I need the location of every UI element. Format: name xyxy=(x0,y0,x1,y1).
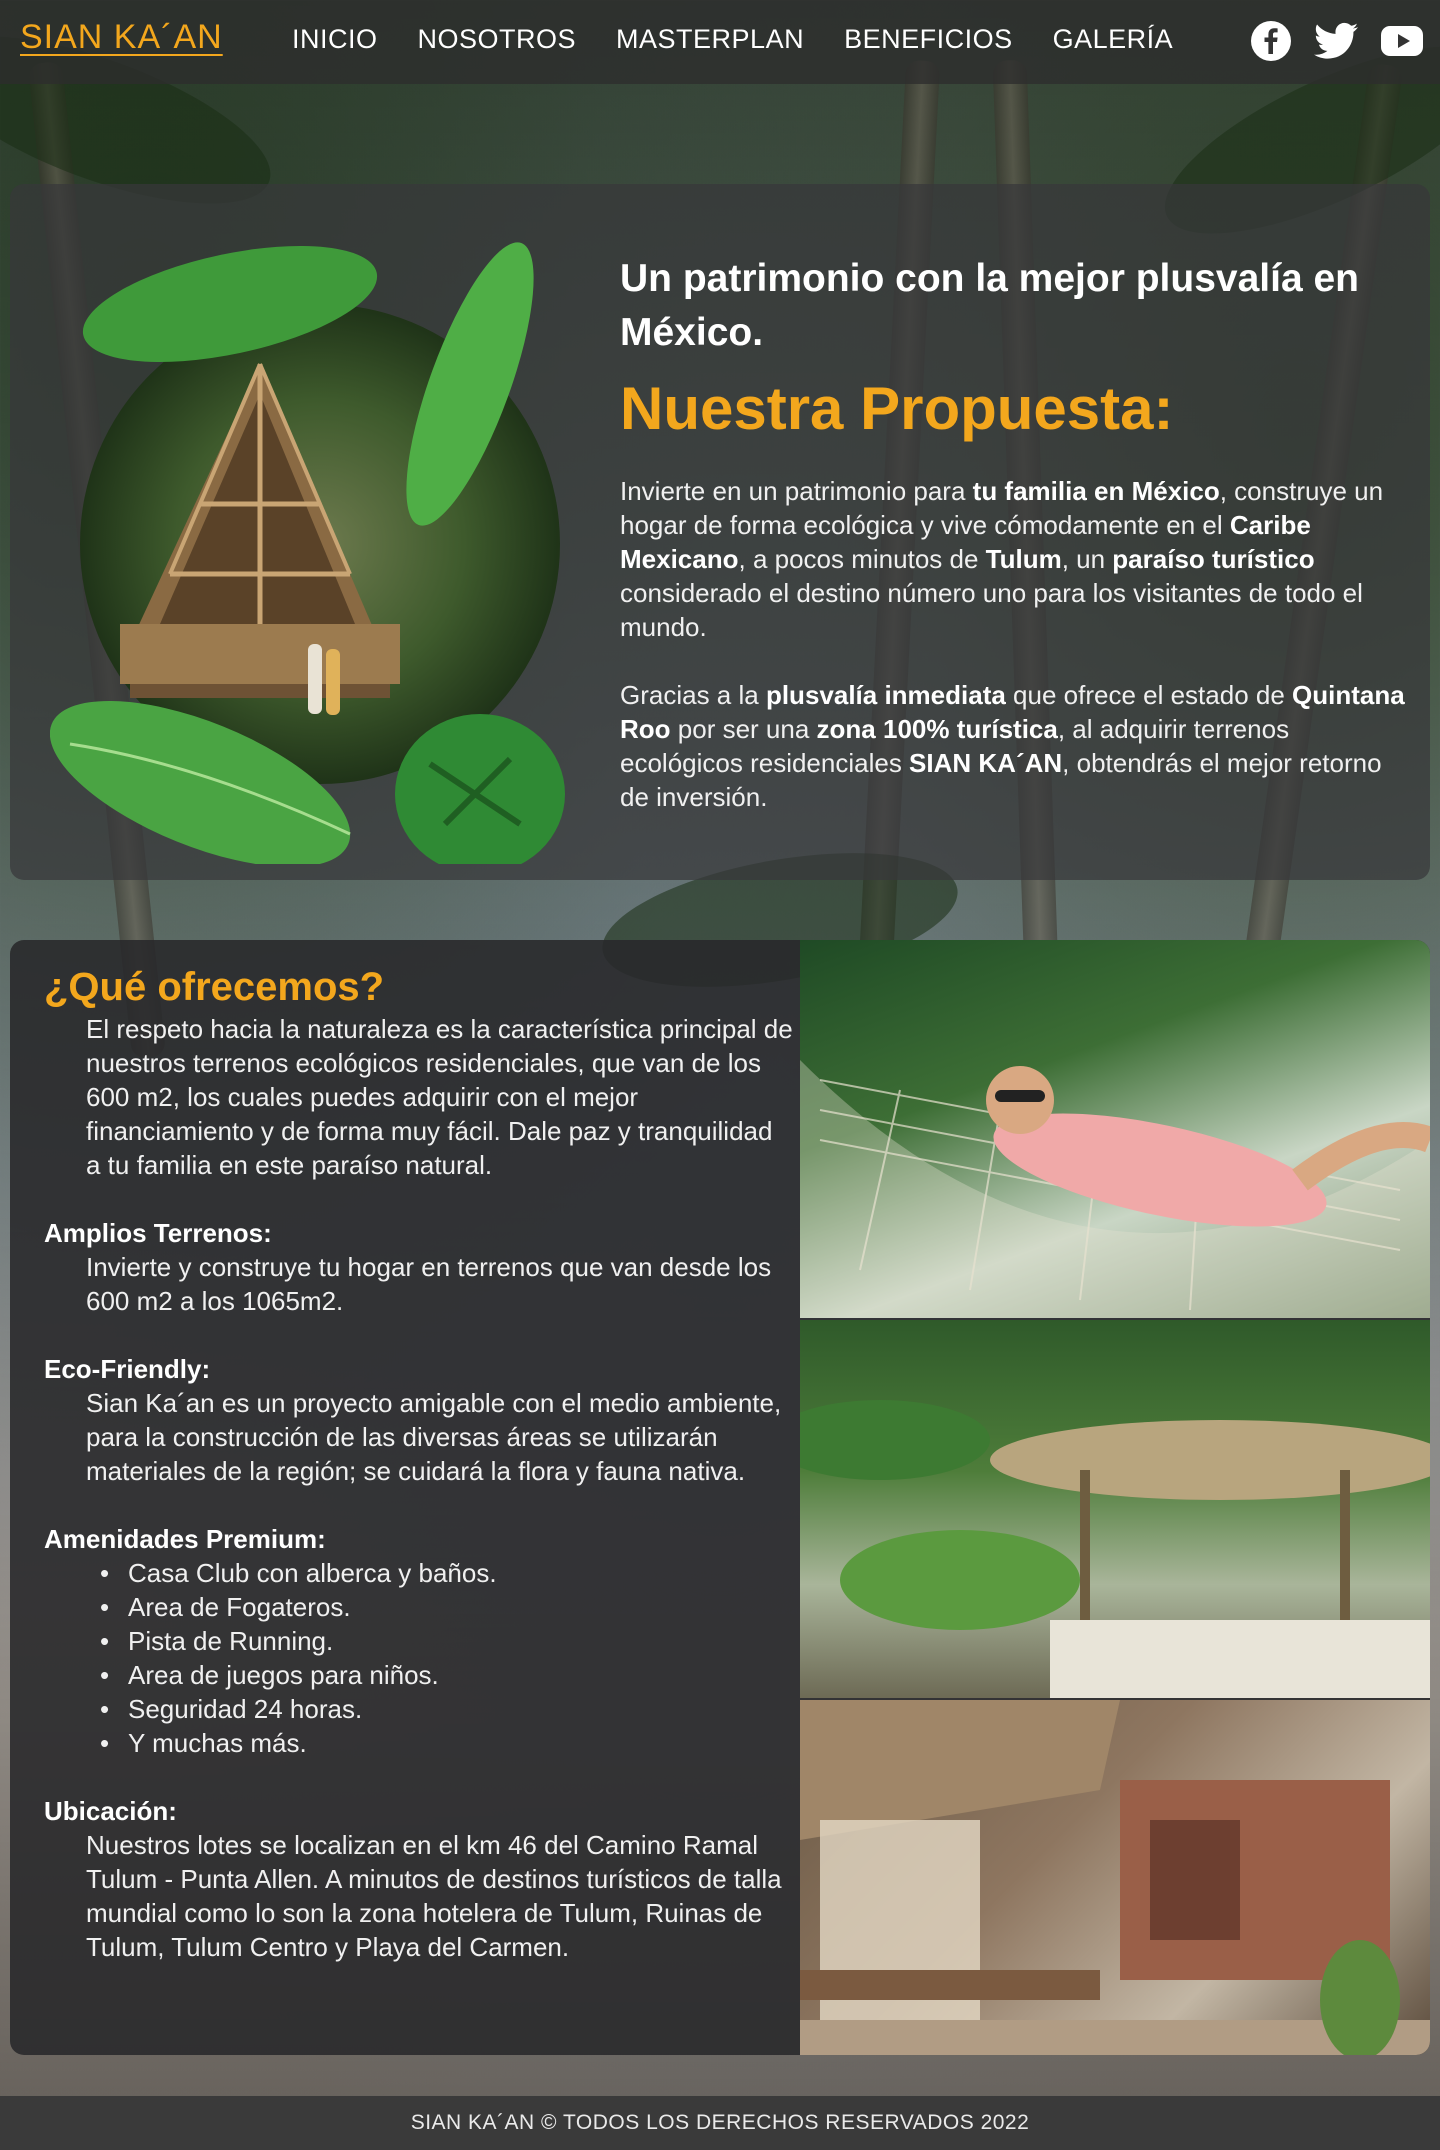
proposal-tagline: Un patrimonio con la mejor plusvalía en … xyxy=(620,257,1359,354)
bold-span: SIAN KA´AN xyxy=(909,748,1063,778)
proposal-text-block: Un patrimonio con la mejor plusvalía en … xyxy=(620,252,1415,814)
offer-text-block: ¿Qué ofrecemos? El respeto hacia la natu… xyxy=(44,962,794,1964)
hero-illustration-cabin xyxy=(49,224,580,874)
bold-span: Tulum xyxy=(985,544,1062,574)
proposal-paragraph-2: Gracias a la plusvalía inmediata que ofr… xyxy=(620,678,1415,814)
bold-span: tu familia en México xyxy=(972,476,1220,506)
text-span: considerado el destino número uno para l… xyxy=(620,578,1363,642)
offer-title: ¿Qué ofrecemos? xyxy=(44,965,385,1009)
amenities-list: Casa Club con alberca y baños. Area de F… xyxy=(44,1556,794,1760)
text-span: , a pocos minutos de xyxy=(738,544,986,574)
location-text: Nuestros lotes se localizan en el km 46 … xyxy=(86,1830,782,1962)
list-item: Area de juegos para niños. xyxy=(86,1658,794,1692)
text-span: , un xyxy=(1061,544,1113,574)
youtube-icon[interactable] xyxy=(1380,24,1424,63)
footer-copyright: SIAN KA´AN © TODOS LOS DERECHOS RESERVAD… xyxy=(410,2111,1030,2134)
list-item: Y muchas más. xyxy=(86,1726,794,1760)
offer-intro: El respeto hacia la naturaleza es la car… xyxy=(86,1014,793,1180)
nav-item-galeria[interactable]: GALERÍA xyxy=(1053,24,1174,55)
photo-hammock xyxy=(800,940,1430,1318)
proposal-title: Nuestra Propuesta: xyxy=(620,375,1174,442)
text-span: que ofrece el estado de xyxy=(1005,680,1293,710)
bold-span: paraíso turístico xyxy=(1112,544,1315,574)
social-links xyxy=(1250,20,1424,67)
list-item: Area de Fogateros. xyxy=(86,1590,794,1624)
proposal-paragraph-1: Invierte en un patrimonio para tu famili… xyxy=(620,474,1415,644)
nav-item-masterplan[interactable]: MASTERPLAN xyxy=(616,24,804,55)
top-navigation-bar: SIAN KA´AN INICIO NOSOTROS MASTERPLAN BE… xyxy=(0,0,1440,84)
list-item: Seguridad 24 horas. xyxy=(86,1692,794,1726)
offer-section: ¿Qué ofrecemos? El respeto hacia la natu… xyxy=(10,940,1430,2055)
nav-item-inicio[interactable]: INICIO xyxy=(292,24,378,55)
site-logo[interactable]: SIAN KA´AN xyxy=(20,18,223,57)
eco-text: Sian Ka´an es un proyecto amigable con e… xyxy=(86,1388,782,1486)
list-item: Casa Club con alberca y baños. xyxy=(86,1556,794,1590)
text-span: Gracias a la xyxy=(620,680,766,710)
nav-item-beneficios[interactable]: BENEFICIOS xyxy=(844,24,1013,55)
location-heading: Ubicación: xyxy=(44,1796,177,1826)
list-item: Pista de Running. xyxy=(86,1624,794,1658)
twitter-icon[interactable] xyxy=(1314,22,1358,65)
facebook-icon[interactable] xyxy=(1250,20,1292,67)
text-span: Invierte en un patrimonio para xyxy=(620,476,973,506)
proposal-section: Un patrimonio con la mejor plusvalía en … xyxy=(10,184,1430,880)
photo-jungle-palapa xyxy=(800,1320,1430,1698)
text-span: por ser una xyxy=(670,714,817,744)
bold-span: zona 100% turística xyxy=(816,714,1058,744)
bold-span: plusvalía inmediata xyxy=(765,680,1006,710)
footer: SIAN KA´AN © TODOS LOS DERECHOS RESERVAD… xyxy=(0,2096,1440,2150)
terrenos-heading: Amplios Terrenos: xyxy=(44,1218,272,1248)
eco-heading: Eco-Friendly: xyxy=(44,1354,211,1384)
main-menu: INICIO NOSOTROS MASTERPLAN BENEFICIOS GA… xyxy=(292,24,1173,55)
terrenos-text: Invierte y construye tu hogar en terreno… xyxy=(86,1252,772,1316)
amenities-heading: Amenidades Premium: xyxy=(44,1524,326,1554)
nav-item-nosotros[interactable]: NOSOTROS xyxy=(418,24,577,55)
photo-clubhouse-architecture xyxy=(800,1700,1430,2055)
